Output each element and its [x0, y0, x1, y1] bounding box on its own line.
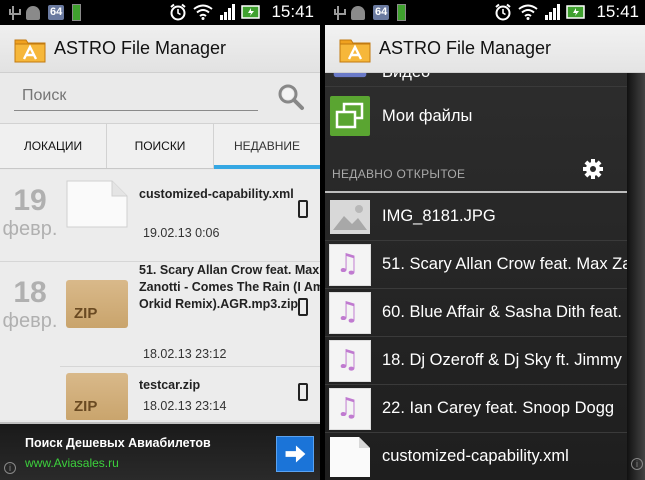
- drawer-item-label: Мои файлы: [382, 106, 473, 125]
- drawer-recent-item[interactable]: 60. Blue Affair & Sasha Dith feat.: [325, 289, 627, 337]
- file-name: 51. Scary Allan Crow feat. Max Zanotti -…: [139, 263, 320, 311]
- document-icon: [330, 436, 370, 477]
- drawer-recent-item[interactable]: customized-capability.xml: [325, 433, 627, 480]
- file-date: 18.02.13 23:14: [143, 399, 227, 413]
- navigation-drawer: Видео Мои файлы НЕДАВНО ОТКРЫТОЕ: [325, 73, 627, 480]
- usb-icon: [333, 5, 346, 21]
- zip-icon: ZIP: [66, 280, 128, 328]
- ad-info-icon[interactable]: i: [4, 462, 16, 474]
- wifi-icon: [193, 4, 214, 20]
- usb-icon: [8, 5, 21, 21]
- list-item[interactable]: ZIP testcar.zip 18.02.13 23:14: [60, 367, 320, 420]
- tab-searches[interactable]: ПОИСКИ: [107, 124, 214, 168]
- drawer-edge: [627, 73, 645, 480]
- phone-storage-icon: [298, 200, 308, 218]
- ad-url[interactable]: www.Aviasales.ru: [25, 456, 119, 470]
- signal-icon: [220, 4, 236, 20]
- status-bar: 64 15:41: [325, 0, 645, 25]
- recent-files-list: 19 февр. customized-capability.xml 19.02…: [0, 170, 320, 420]
- section-title: НЕДАВНО ОТКРЫТОЕ: [332, 167, 466, 181]
- drawer-recent-item[interactable]: 51. Scary Allan Crow feat. Max Zanotti: [325, 241, 627, 289]
- list-item[interactable]: customized-capability.xml 19.02.13 0:06: [60, 170, 320, 262]
- date-group: 19 февр. customized-capability.xml 19.02…: [0, 170, 320, 262]
- drawer-recent-label: customized-capability.xml: [382, 447, 569, 465]
- drawer-recent-label: 60. Blue Affair & Sasha Dith feat.: [382, 303, 623, 321]
- battery-icon: [241, 5, 261, 19]
- document-icon: [66, 180, 128, 228]
- drawer-item-my-files[interactable]: Мои файлы: [325, 91, 627, 141]
- battery-charging-icon: [72, 4, 82, 21]
- gear-icon[interactable]: [583, 159, 603, 179]
- app-title: ASTRO File Manager: [54, 38, 227, 58]
- notification-badge: 64: [48, 5, 65, 20]
- right-screen: 64 15:41 ASTRO File Manager Мои файлы НЕ…: [325, 0, 645, 480]
- my-files-icon: [330, 96, 370, 136]
- file-name: testcar.zip: [139, 378, 201, 392]
- drawer-recent-label: IMG_8181.JPG: [382, 207, 496, 225]
- video-icon: [333, 73, 367, 77]
- drawer-recent-item[interactable]: IMG_8181.JPG: [325, 193, 627, 241]
- drawer-recent-item[interactable]: 22. Ian Carey feat. Snoop Dogg: [325, 385, 627, 433]
- app-title: ASTRO File Manager: [379, 38, 552, 58]
- phone-storage-icon: [298, 298, 308, 316]
- ad-title[interactable]: Поиск Дешевых Авиабилетов: [25, 436, 211, 450]
- zip-icon: ZIP: [66, 373, 128, 420]
- file-date: 19.02.13 0:06: [143, 226, 220, 240]
- file-date: 18.02.13 23:12: [143, 347, 227, 361]
- ad-info-icon[interactable]: i: [631, 458, 643, 470]
- drawer-recent-label: 22. Ian Carey feat. Snoop Dogg: [382, 399, 615, 417]
- date-day: 19: [13, 184, 47, 217]
- date-label: 19 февр.: [0, 170, 60, 241]
- tab-recent[interactable]: НЕДАВНИЕ: [214, 124, 320, 169]
- action-bar: ASTRO File Manager: [325, 25, 645, 73]
- alarm-icon: [170, 3, 187, 21]
- action-bar: ASTRO File Manager: [0, 25, 320, 73]
- date-group: 18 февр. ZIP 51. Scary Allan Crow feat. …: [0, 262, 320, 420]
- drawer-recent-item[interactable]: 18. Dj Ozeroff & Dj Sky ft. Jimmy: [325, 337, 627, 385]
- image-icon: [330, 199, 370, 234]
- phone-storage-icon: [298, 383, 308, 401]
- drawer-recent-label: 18. Dj Ozeroff & Dj Sky ft. Jimmy: [382, 351, 622, 369]
- zip-label: ZIP: [74, 305, 98, 322]
- search-bar: [0, 73, 320, 123]
- zip-label: ZIP: [74, 398, 98, 415]
- left-screen: 64 15:41 ASTRO File Manager Поиск ЛОКАЦИ…: [0, 0, 320, 480]
- ad-arrow-button[interactable]: [276, 436, 314, 472]
- drawer-item-video[interactable]: Видео: [325, 73, 627, 87]
- music-icon: [329, 387, 371, 430]
- date-month: февр.: [2, 218, 58, 240]
- music-icon: [329, 339, 371, 382]
- drawer-recent-label: 51. Scary Allan Crow feat. Max Zanotti: [382, 255, 627, 273]
- ad-banner[interactable]: Поиск Дешевых Авиабилетов www.Aviasales.…: [0, 422, 320, 480]
- notification-badge: 64: [373, 5, 390, 20]
- music-icon: [329, 291, 371, 334]
- clock: 15:41: [596, 2, 639, 21]
- status-bar: 64 15:41: [0, 0, 320, 25]
- date-label: 18 февр.: [0, 262, 60, 333]
- date-month: февр.: [2, 310, 58, 332]
- clock: 15:41: [271, 2, 314, 21]
- alarm-icon: [495, 3, 512, 21]
- search-input[interactable]: [14, 81, 258, 111]
- search-icon[interactable]: [277, 83, 305, 111]
- list-item[interactable]: ZIP 51. Scary Allan Crow feat. Max Zanot…: [60, 262, 320, 367]
- date-day: 18: [13, 276, 47, 309]
- astro-logo-icon[interactable]: [339, 35, 371, 63]
- android-debug-icon: [351, 5, 365, 20]
- battery-icon: [566, 5, 586, 19]
- music-icon: [329, 243, 371, 286]
- tab-bar: ЛОКАЦИИ ПОИСКИ НЕДАВНИЕ: [0, 123, 320, 169]
- file-name: customized-capability.xml: [139, 187, 294, 201]
- android-debug-icon: [26, 5, 40, 20]
- tab-locations[interactable]: ЛОКАЦИИ: [0, 124, 107, 168]
- section-header-recent: НЕДАВНО ОТКРЫТОЕ: [325, 159, 627, 191]
- wifi-icon: [518, 4, 539, 20]
- signal-icon: [545, 4, 561, 20]
- astro-logo-icon[interactable]: [14, 35, 46, 63]
- drawer-item-label: Видео: [382, 73, 430, 82]
- battery-charging-icon: [397, 4, 407, 21]
